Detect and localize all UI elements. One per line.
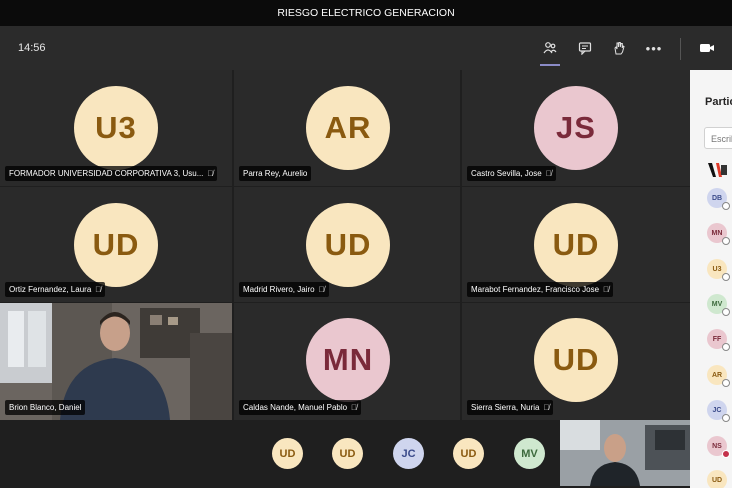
participant-tile[interactable]: UD Madrid Rivero, Jairo 🎙̸ (234, 187, 460, 302)
overflow-avatar[interactable]: UD (272, 438, 303, 469)
participant-name: Castro Sevilla, Jose (471, 169, 542, 178)
presence-dot (722, 308, 730, 316)
mic-muted-icon: 🎙̸ (603, 285, 610, 294)
participants-button[interactable] (537, 35, 563, 66)
participant-list-initials: DB (711, 194, 723, 202)
self-video (560, 420, 690, 486)
people-icon (543, 42, 557, 54)
participant-video-tile[interactable]: Brion Blanco, Daniel (0, 303, 232, 420)
toolbar-divider (680, 38, 681, 60)
participant-name-label: Brion Blanco, Daniel (5, 400, 86, 415)
camera-button[interactable] (694, 35, 720, 61)
presence-dot (722, 237, 730, 245)
participant-tile[interactable]: UD Ortiz Fernandez, Laura 🎙̸ (0, 187, 232, 302)
presence-dot (722, 379, 730, 387)
participant-name-label: Marabot Fernandez, Francisco Jose 🎙̸ (467, 282, 614, 297)
participant-name: Ortiz Fernandez, Laura (9, 285, 92, 294)
participant-list-initials: JC (712, 406, 722, 414)
participant-list-item[interactable]: UD (707, 470, 727, 488)
participant-avatar: MN (306, 318, 390, 402)
participant-list-initials: U3 (712, 265, 722, 273)
presence-dot (722, 343, 730, 351)
chat-button[interactable] (572, 35, 598, 61)
participant-tile[interactable]: UD Marabot Fernandez, Francisco Jose 🎙̸ (462, 187, 690, 302)
participant-list-initials: FF (712, 335, 722, 343)
participant-tile[interactable]: U3 FORMADOR UNIVERSIDAD CORPORATIVA 3, U… (0, 70, 232, 186)
participant-name: Caldas Nande, Manuel Pablo (243, 403, 348, 412)
participant-list-item[interactable]: U3 (707, 259, 730, 281)
chat-icon (578, 42, 592, 55)
participant-list-item[interactable]: MN (707, 223, 730, 245)
mic-muted-icon: 🎙̸ (318, 285, 325, 294)
participant-name-label: Castro Sevilla, Jose 🎙̸ (467, 166, 556, 181)
self-video-preview[interactable] (560, 420, 690, 486)
panel-title: Participantes (705, 96, 732, 108)
participant-list-item[interactable]: FF (707, 329, 730, 351)
participant-name-label: FORMADOR UNIVERSIDAD CORPORATIVA 3, Usu.… (5, 166, 218, 181)
participant-tile[interactable]: AR Parra Rey, Aurelio (234, 70, 460, 186)
participants-panel: Participantes Escribir un nombre DB MN U… (690, 70, 732, 488)
participant-list-initials: MN (711, 229, 723, 237)
participant-avatar: AR (306, 86, 390, 170)
mic-muted-icon: 🎙̸ (95, 285, 102, 294)
participant-name: Sierra Sierra, Nuria (471, 403, 540, 412)
presence-dot (722, 450, 730, 458)
participant-name-label: Madrid Rivero, Jairo 🎙̸ (239, 282, 329, 297)
participant-search-input[interactable]: Escribir un nombre (704, 127, 732, 149)
meeting-title: RIESGO ELECTRICO GENERACION (0, 0, 732, 26)
participant-name-label: Parra Rey, Aurelio (239, 166, 312, 181)
participant-name: FORMADOR UNIVERSIDAD CORPORATIVA 3, Usu.… (9, 169, 204, 178)
presence-dot (722, 414, 730, 422)
overflow-avatar[interactable]: MV (514, 438, 545, 469)
participant-name-label: Sierra Sierra, Nuria 🎙̸ (467, 400, 554, 415)
overflow-avatar[interactable]: UD (453, 438, 484, 469)
participant-avatar: UD (306, 203, 390, 287)
participant-tile[interactable]: JS Castro Sevilla, Jose 🎙̸ (462, 70, 690, 186)
participant-avatar: U3 (74, 86, 158, 170)
meeting-toolbar: 14:56 ••• (0, 26, 732, 70)
participant-list-initials: NS (712, 442, 722, 450)
raise-hand-button[interactable] (606, 35, 632, 61)
mic-muted-icon: 🎙̸ (545, 169, 552, 178)
participant-list-item[interactable]: JC (707, 400, 730, 422)
participant-avatar: JS (534, 86, 618, 170)
participant-list-item[interactable]: NS (707, 436, 730, 458)
mic-muted-icon: 🎙̸ (207, 169, 214, 178)
participant-avatar: UD (534, 318, 618, 402)
participant-list-initials: MV (711, 300, 723, 308)
mic-muted-icon: 🎙̸ (543, 403, 550, 412)
participant-list-item[interactable]: MV (707, 294, 730, 316)
camera-icon (700, 44, 714, 52)
participant-name-label: Caldas Nande, Manuel Pablo 🎙̸ (239, 400, 362, 415)
participant-list-item[interactable]: AR (707, 365, 730, 387)
participant-name-label: Ortiz Fernandez, Laura 🎙̸ (5, 282, 106, 297)
participant-list-initials: UD (711, 476, 723, 484)
participant-avatar: UD (534, 203, 618, 287)
participant-name: Parra Rey, Aurelio (243, 169, 308, 178)
participant-name: Brion Blanco, Daniel (9, 403, 82, 412)
overflow-avatar[interactable]: UD (332, 438, 363, 469)
meeting-timer: 14:56 (18, 42, 46, 54)
participant-list-item[interactable]: DB (707, 188, 730, 210)
organization-logo-icon (707, 160, 727, 180)
more-actions-button[interactable]: ••• (641, 35, 667, 61)
video-grid: U3 FORMADOR UNIVERSIDAD CORPORATIVA 3, U… (0, 70, 690, 420)
participant-avatar: UD (74, 203, 158, 287)
presence-dot (722, 273, 730, 281)
overflow-avatar[interactable]: JC (393, 438, 424, 469)
participant-list-initials: AR (711, 371, 723, 379)
more-icon: ••• (645, 40, 663, 56)
mic-muted-icon: 🎙̸ (351, 403, 358, 412)
participant-name: Madrid Rivero, Jairo (243, 285, 315, 294)
presence-dot (722, 202, 730, 210)
participant-tile[interactable]: MN Caldas Nande, Manuel Pablo 🎙̸ (234, 303, 460, 420)
participant-tile[interactable]: UD Sierra Sierra, Nuria 🎙̸ (462, 303, 690, 420)
hand-icon (614, 42, 625, 55)
participant-name: Marabot Fernandez, Francisco Jose (471, 285, 600, 294)
